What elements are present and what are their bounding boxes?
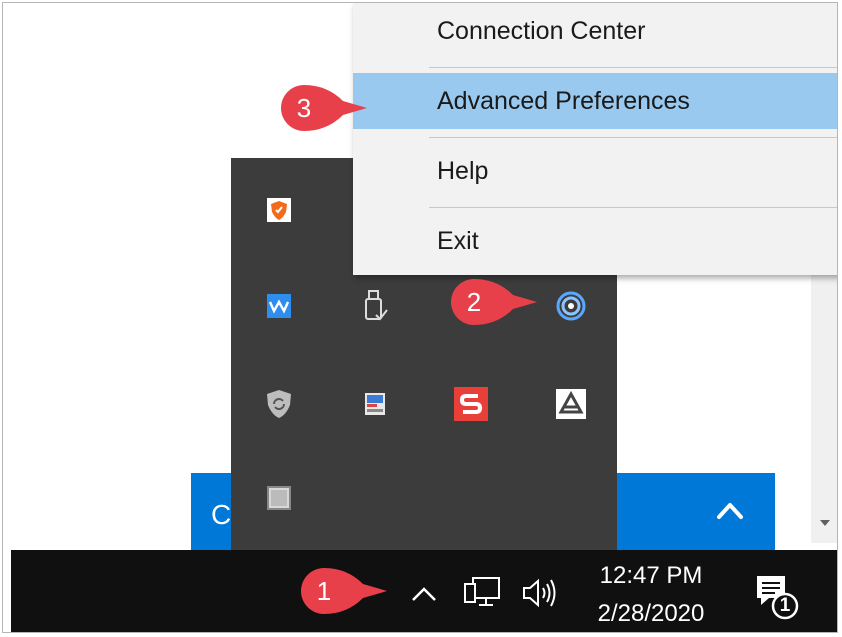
- generic-app-icon[interactable]: [261, 480, 297, 516]
- menu-item-advanced-preferences[interactable]: Advanced Preferences: [353, 73, 837, 129]
- menu-separator: [429, 137, 837, 138]
- menu-item-label: Help: [437, 157, 489, 185]
- menu-item-help[interactable]: Help: [353, 143, 837, 199]
- menu-separator: [429, 67, 837, 68]
- menu-item-label: Connection Center: [437, 17, 646, 45]
- show-hidden-icons-chevron-icon[interactable]: [409, 584, 439, 604]
- menu-separator: [429, 207, 837, 208]
- chevron-up-icon[interactable]: [715, 495, 745, 525]
- step-badge-1: 1: [299, 566, 387, 616]
- step-badge-2: 2: [449, 277, 537, 327]
- menu-item-connection-center[interactable]: Connection Center: [353, 3, 837, 59]
- action-center-button[interactable]: 1: [751, 572, 801, 622]
- snagit-icon[interactable]: [453, 386, 489, 422]
- banner-text: C: [211, 499, 232, 530]
- usb-safely-remove-icon[interactable]: [357, 288, 393, 324]
- step-number: 2: [466, 287, 482, 317]
- clock-date[interactable]: 2/28/2020: [581, 600, 721, 628]
- google-drive-icon[interactable]: [553, 386, 589, 422]
- step-number: 3: [296, 93, 312, 123]
- menu-item-exit[interactable]: Exit: [353, 213, 837, 269]
- volume-icon[interactable]: [521, 578, 561, 608]
- step-badge-3: 3: [279, 83, 367, 133]
- menu-item-label: Exit: [437, 227, 479, 255]
- waves-audio-icon[interactable]: [261, 288, 297, 324]
- notification-count-badge: 1: [779, 595, 791, 616]
- scroll-down-arrow-icon[interactable]: [820, 520, 830, 526]
- citrix-workspace-icon[interactable]: [553, 288, 589, 324]
- screenshot-frame: C Connection Center Advanced Preferences…: [2, 2, 838, 633]
- avast-shield-icon[interactable]: [261, 192, 297, 228]
- scanner-app-icon[interactable]: [357, 386, 393, 422]
- context-menu: Connection Center Advanced Preferences H…: [353, 3, 837, 275]
- network-icon[interactable]: [463, 576, 503, 610]
- step-number: 1: [316, 576, 332, 606]
- menu-item-label: Advanced Preferences: [437, 87, 690, 115]
- security-shield-icon[interactable]: [261, 386, 297, 422]
- clock-time[interactable]: 12:47 PM: [581, 562, 721, 590]
- taskbar: 12:47 PM 2/28/2020 1: [11, 550, 837, 632]
